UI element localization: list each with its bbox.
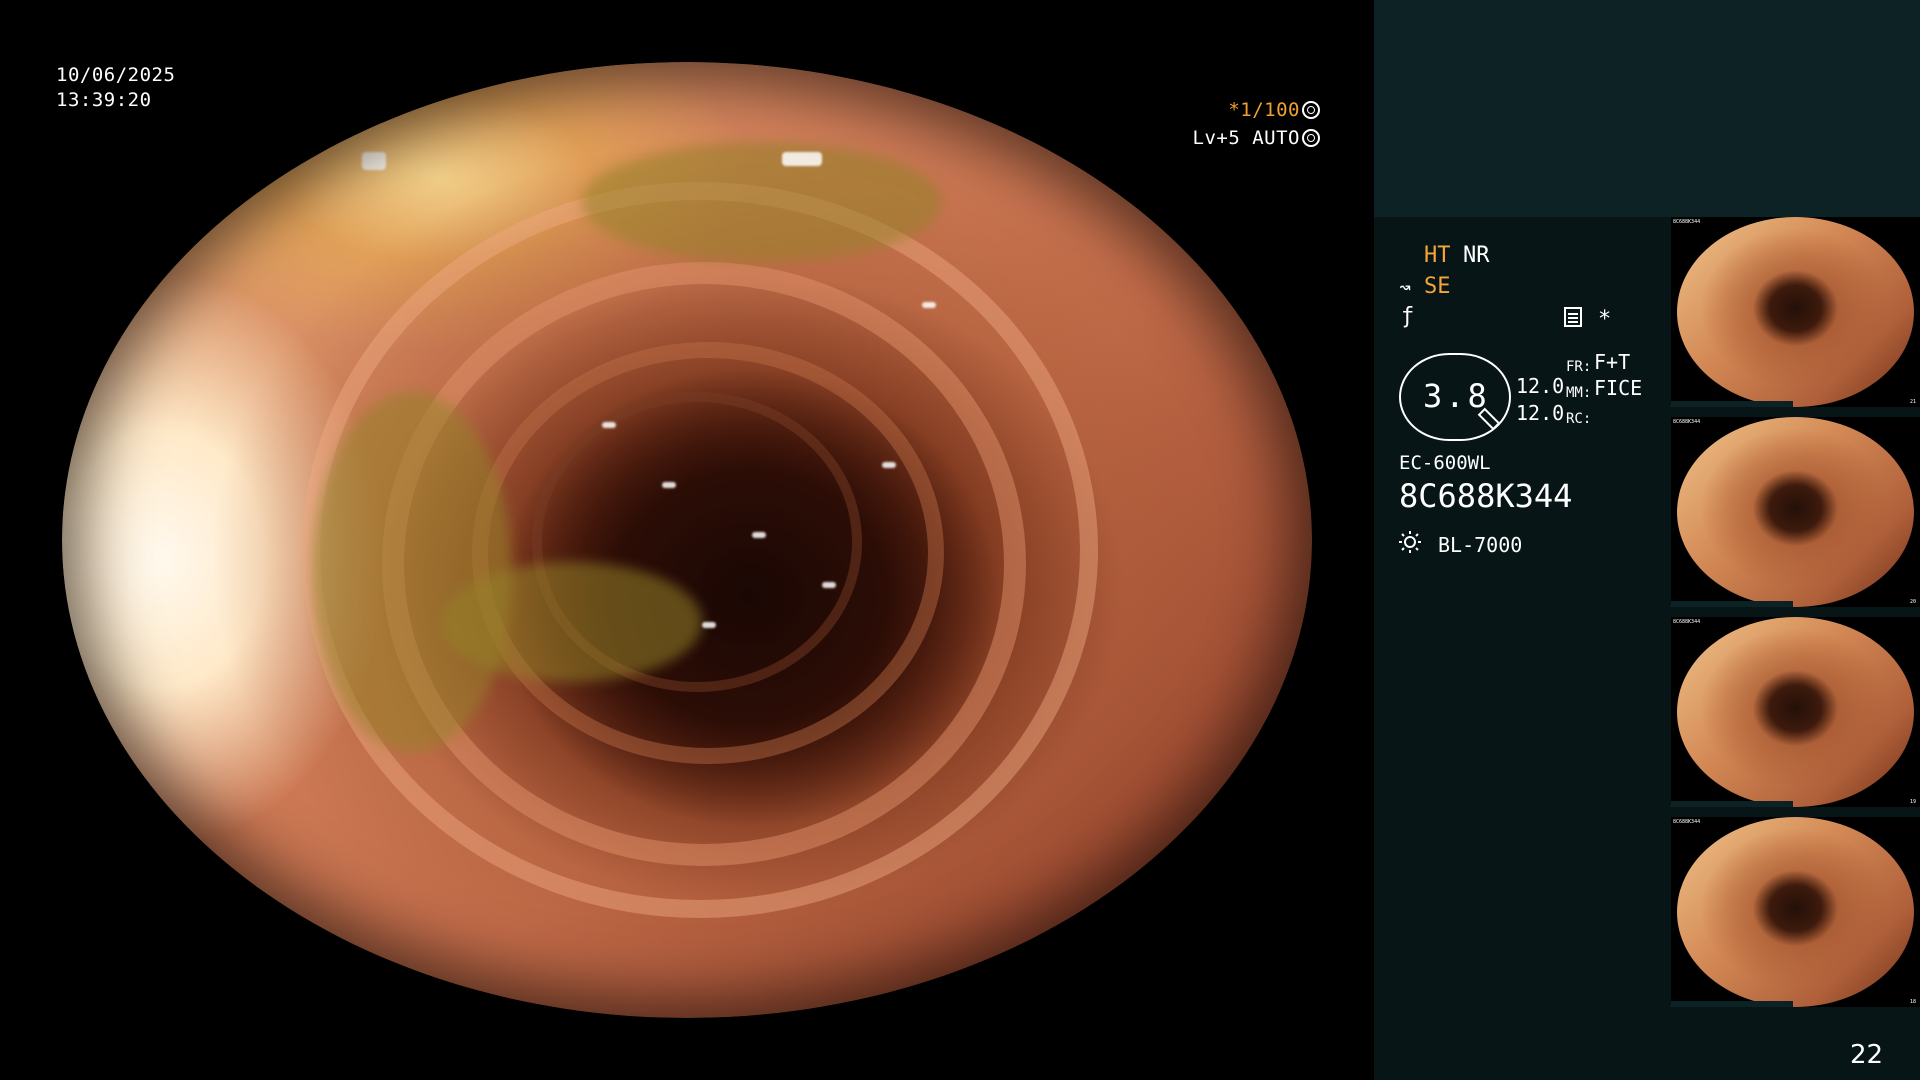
shutter-text: *1/100 (1228, 99, 1300, 121)
specular-highlight (882, 462, 896, 468)
document-icon (1564, 307, 1582, 327)
thumbnail[interactable]: 8C688K344 19 (1671, 617, 1920, 807)
thumbnail-bar (1671, 1001, 1793, 1007)
specular-highlight (822, 582, 836, 588)
bile-residue (312, 392, 512, 752)
specular-highlight (702, 622, 716, 628)
value-1: 12.0 (1516, 374, 1565, 398)
bile-residue (442, 562, 702, 682)
tilde-arrow-icon: ↝ (1399, 275, 1412, 299)
light-source-icon (1399, 531, 1421, 553)
thumbnail-bar (1671, 401, 1793, 407)
fr-label: FR: (1566, 359, 1592, 375)
thumbnail[interactable]: 8C688K344 18 (1671, 817, 1920, 1007)
specular-highlight (662, 482, 676, 488)
panel-header-block (1374, 0, 1920, 217)
endoscope-image (62, 62, 1312, 1018)
scope-model: EC-600WL (1399, 452, 1491, 474)
frame-mask-bottom (0, 1018, 1374, 1080)
nr-indicator: NR (1463, 243, 1490, 268)
level-text: Lv+5 AUTO (1192, 127, 1300, 149)
thumbnail-label: 8C688K344 (1673, 219, 1701, 225)
function-icon: ƒ (1401, 304, 1415, 329)
thumbnail-bar (1671, 601, 1793, 607)
endoscope-view: 10/06/2025 13:39:20 *1/100 Lv+5 AUTO (0, 0, 1374, 1080)
se-indicator: SE (1424, 274, 1451, 299)
specular-highlight (922, 302, 936, 308)
specular-highlight (602, 422, 616, 428)
thumbnail-id: 20 (1909, 599, 1916, 605)
thumbnail-strip: 8C688K344 21 8C688K344 20 8C688K344 19 8… (1671, 217, 1920, 1017)
datetime-readout: 10/06/2025 13:39:20 (56, 63, 175, 113)
scope-serial: 8C688K344 (1399, 477, 1573, 515)
thumbnail-label: 8C688K344 (1673, 819, 1701, 825)
specular-highlight (362, 152, 386, 170)
shutter-icon (1302, 101, 1320, 119)
star-indicator: * (1598, 307, 1612, 332)
thumbnail-id: 18 (1909, 999, 1916, 1005)
frame-mask-top (0, 0, 1374, 62)
thumbnail-label: 8C688K344 (1673, 419, 1701, 425)
thumbnail-image (1677, 217, 1914, 407)
thumbnail-id: 21 (1909, 399, 1916, 405)
page-number: 22 (1850, 1040, 1884, 1070)
mm-label: MM: (1566, 385, 1592, 401)
dial-value: 3.8 (1423, 377, 1490, 415)
shutter-readout: *1/100 (1192, 98, 1320, 123)
brightness-level-readout: Lv+5 AUTO (1192, 126, 1320, 151)
light-source-label: BL-7000 (1438, 533, 1523, 557)
ht-indicator: HT (1424, 243, 1451, 268)
thumbnail[interactable]: 8C688K344 21 (1671, 217, 1920, 407)
rc-label: RC: (1566, 411, 1592, 427)
auto-iris-icon (1302, 129, 1320, 147)
thumbnail-label: 8C688K344 (1673, 619, 1701, 625)
mm-value: FICE (1594, 376, 1643, 400)
specular-highlight (752, 532, 766, 538)
thumbnail-id: 19 (1909, 799, 1916, 805)
thumbnail[interactable]: 8C688K344 20 (1671, 417, 1920, 607)
fr-value: F+T (1594, 350, 1631, 374)
thumbnail-image (1677, 817, 1914, 1007)
value-2: 12.0 (1516, 401, 1565, 425)
bile-residue (582, 142, 942, 262)
thumbnail-image (1677, 417, 1914, 607)
specular-highlight (782, 152, 822, 166)
thumbnail-bar (1671, 801, 1793, 807)
date-text: 10/06/2025 (56, 64, 176, 86)
time-text: 13:39:20 (56, 89, 152, 111)
thumbnail-image (1677, 617, 1914, 807)
